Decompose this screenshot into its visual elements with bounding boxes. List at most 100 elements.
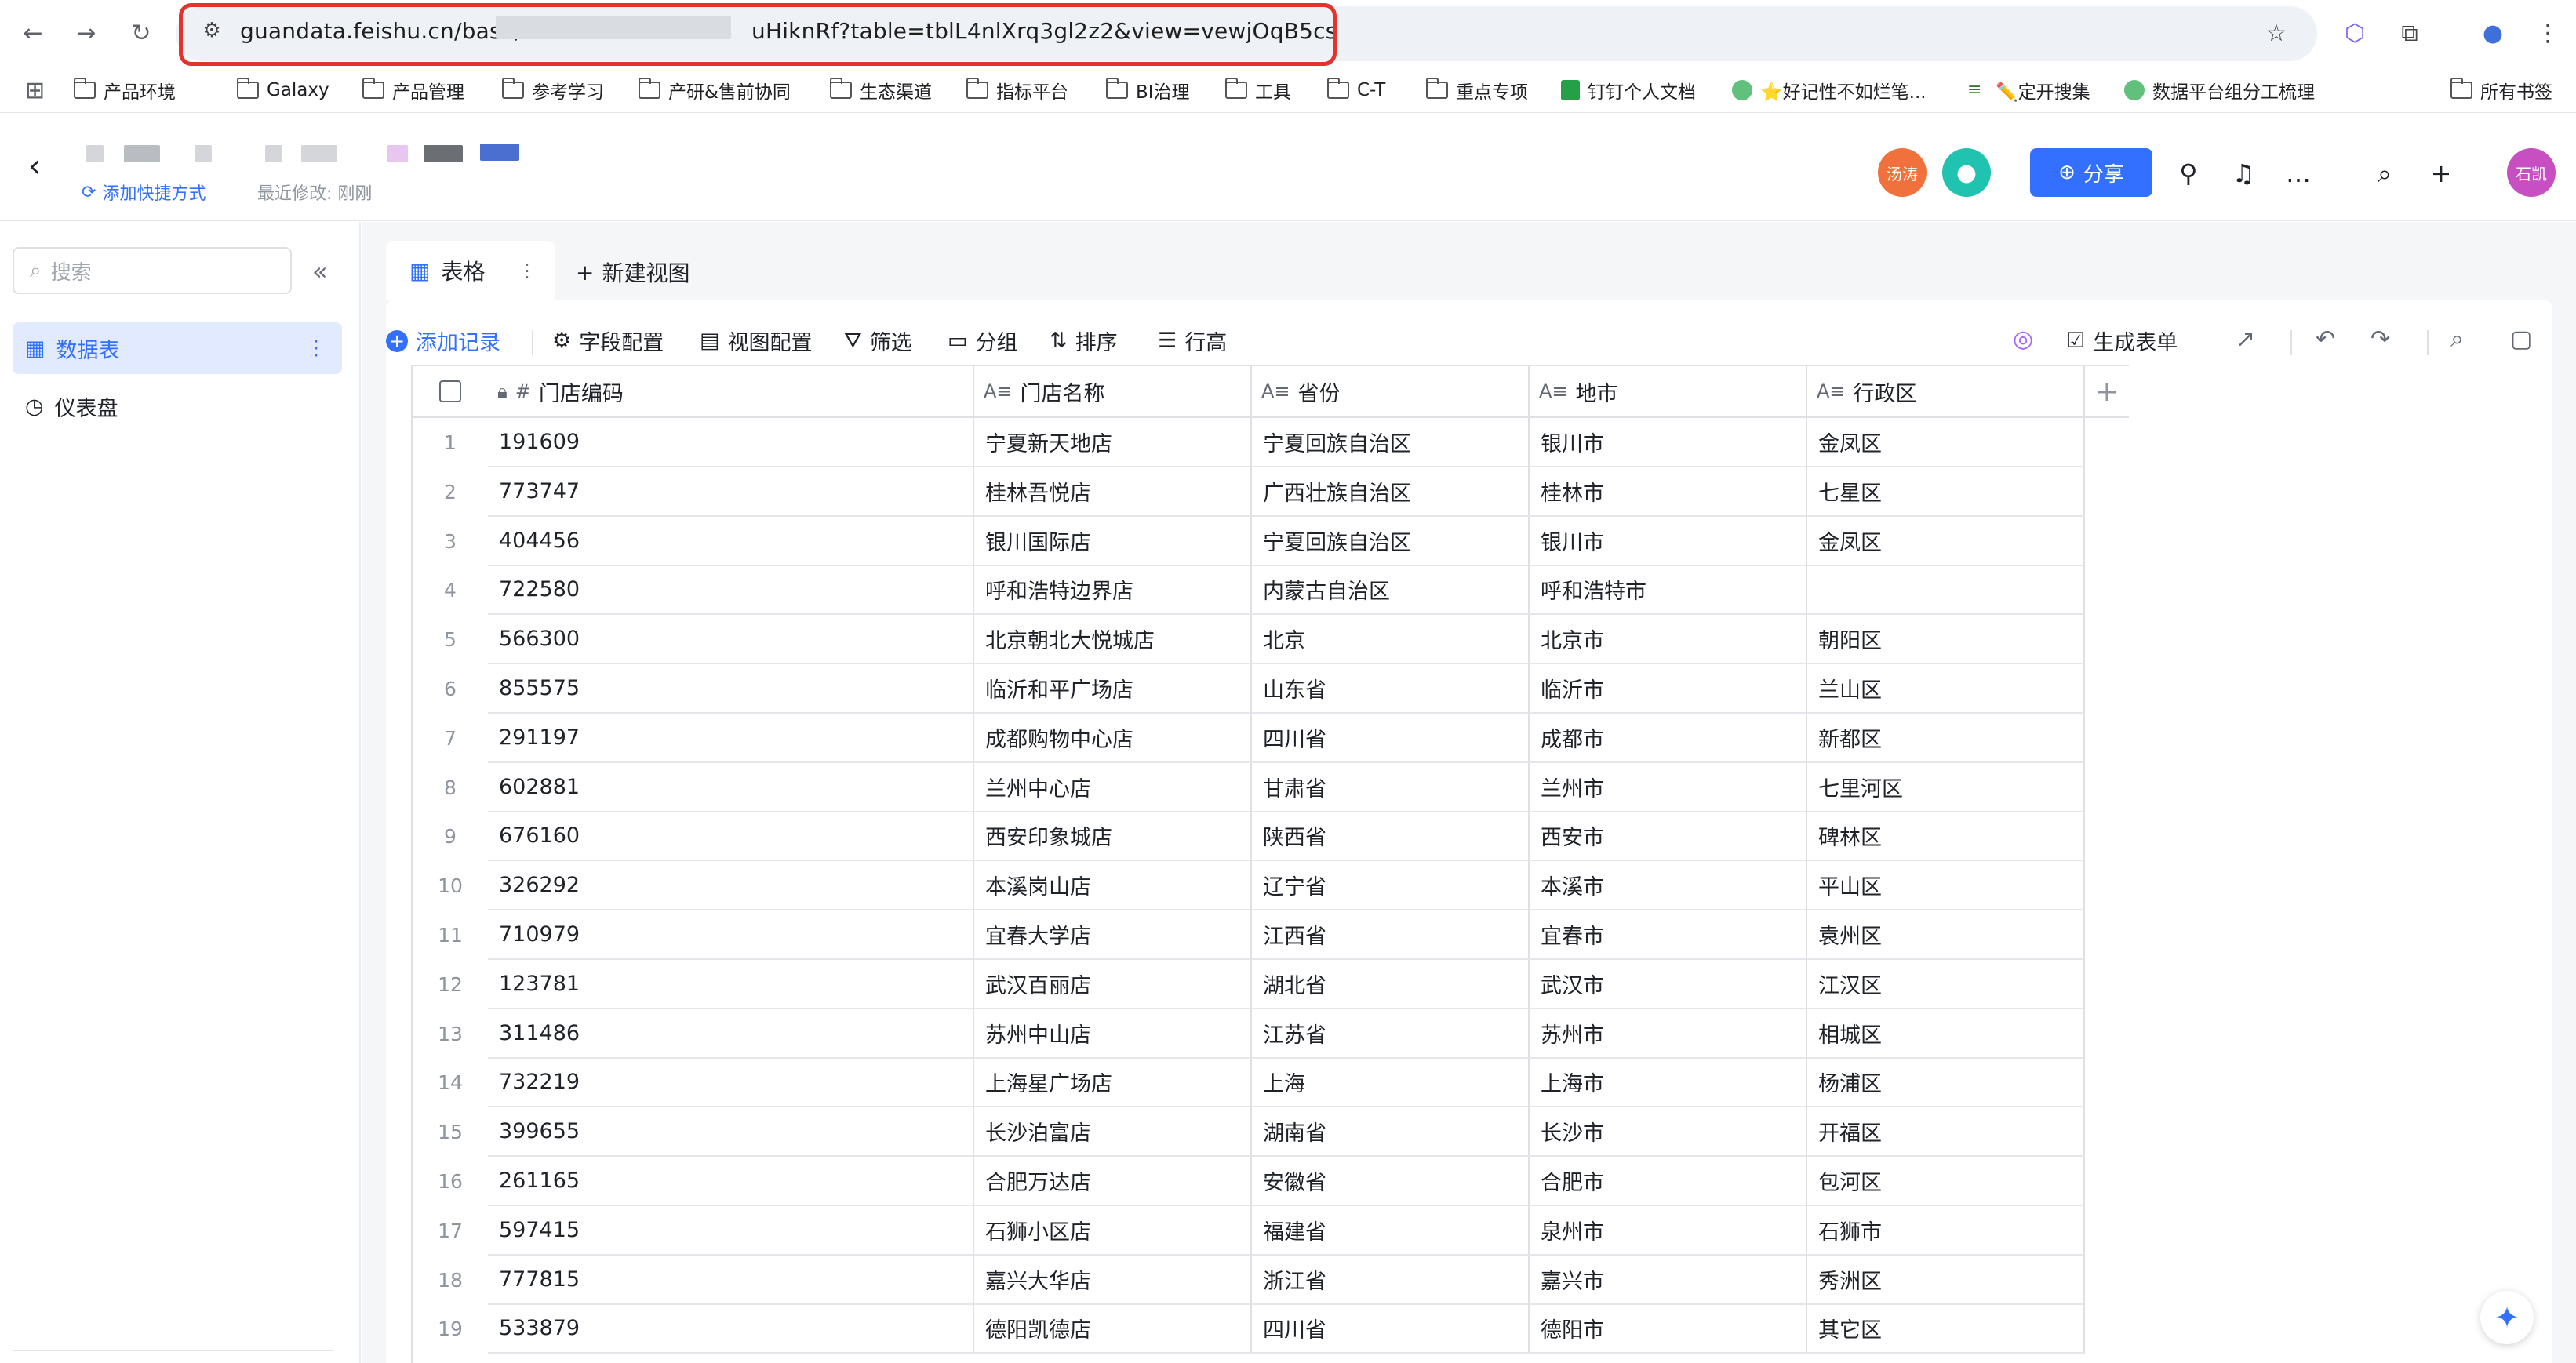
table-cell[interactable]: 西安市 bbox=[1530, 812, 1807, 862]
table-cell[interactable]: 北京 bbox=[1252, 615, 1530, 665]
table-cell[interactable]: 嘉兴大华店 bbox=[974, 1255, 1252, 1305]
all-bookmarks[interactable]: 所有书签 bbox=[2450, 77, 2552, 104]
comment-icon[interactable]: ▢ bbox=[2510, 325, 2532, 353]
generate-form-button[interactable]: ☑ 生成表单 bbox=[2066, 325, 2178, 356]
table-cell[interactable]: 其它区 bbox=[1807, 1304, 2085, 1354]
table-cell[interactable]: 上海市 bbox=[1530, 1058, 1807, 1108]
table-cell[interactable]: 湖北省 bbox=[1252, 959, 1530, 1009]
avatar[interactable]: 汤涛 bbox=[1878, 148, 1927, 197]
row-height-button[interactable]: ☰ 行高 bbox=[1158, 325, 1227, 356]
table-cell[interactable]: 山东省 bbox=[1252, 664, 1530, 714]
table-cell[interactable]: 江苏省 bbox=[1252, 1009, 1530, 1059]
table-cell[interactable]: 福建省 bbox=[1252, 1205, 1530, 1256]
table-row[interactable]: 3 404456 银川国际店 宁夏回族自治区 银川市 金凤区 bbox=[413, 516, 2085, 566]
table-row[interactable]: 9 676160 西安印象城店 陕西省 西安市 碑林区 bbox=[413, 812, 2085, 862]
table-cell[interactable]: 内蒙古自治区 bbox=[1252, 565, 1530, 616]
table-cell[interactable]: 包河区 bbox=[1807, 1157, 2085, 1206]
table-cell[interactable]: 773747 bbox=[488, 467, 974, 517]
table-row[interactable]: 16 261165 合肥万达店 安徽省 合肥市 包河区 bbox=[413, 1157, 2085, 1206]
table-cell[interactable]: 兰州中心店 bbox=[974, 762, 1252, 812]
table-cell[interactable]: 苏州市 bbox=[1530, 1009, 1807, 1059]
table-cell[interactable]: 上海 bbox=[1252, 1058, 1530, 1108]
table-cell[interactable]: 金凤区 bbox=[1807, 418, 2085, 467]
table-row[interactable]: 6 855575 临沂和平广场店 山东省 临沂市 兰山区 bbox=[413, 664, 2085, 714]
table-cell[interactable]: 武汉百丽店 bbox=[974, 959, 1252, 1009]
table-cell[interactable]: 404456 bbox=[488, 516, 974, 566]
table-cell[interactable]: 777815 bbox=[488, 1255, 974, 1305]
undo-icon[interactable]: ↶ bbox=[2316, 325, 2335, 353]
extensions-puzzle-icon[interactable]: ⧉ bbox=[2392, 16, 2427, 50]
table-cell[interactable]: 临沂和平广场店 bbox=[974, 664, 1252, 714]
table-cell[interactable]: 辽宁省 bbox=[1252, 861, 1530, 911]
column-header-store-name[interactable]: A≡ 门店名称 bbox=[974, 366, 1252, 416]
table-cell[interactable]: 北京市 bbox=[1530, 615, 1807, 665]
extension-logo-icon[interactable]: ⬡ bbox=[2338, 16, 2372, 50]
table-cell[interactable]: 碑林区 bbox=[1807, 812, 2085, 862]
share-button[interactable]: ⊕ 分享 bbox=[2030, 148, 2152, 197]
table-cell[interactable]: 宜春大学店 bbox=[974, 910, 1252, 960]
table-cell[interactable]: 311486 bbox=[488, 1009, 974, 1059]
table-cell[interactable]: 银川市 bbox=[1530, 418, 1807, 467]
table-cell[interactable]: 西安印象城店 bbox=[974, 812, 1252, 862]
bookmark-item[interactable]: C-T bbox=[1326, 77, 1385, 104]
table-row[interactable]: 5 566300 北京朝北大悦城店 北京 北京市 朝阳区 bbox=[413, 615, 2085, 665]
group-button[interactable]: ▭ 分组 bbox=[948, 325, 1018, 356]
table-row[interactable]: 17 597415 石狮小区店 福建省 泉州市 石狮市 bbox=[413, 1205, 2085, 1256]
table-cell[interactable]: 261165 bbox=[488, 1157, 974, 1206]
bookmark-item[interactable]: 钉钉个人文档 bbox=[1561, 77, 1696, 104]
table-row[interactable]: 19 533879 德阳凯德店 四川省 德阳市 其它区 bbox=[413, 1304, 2085, 1354]
column-header-district[interactable]: A≡ 行政区 bbox=[1807, 366, 2085, 416]
table-cell[interactable]: 北京朝北大悦城店 bbox=[974, 615, 1252, 665]
table-cell[interactable]: 191609 bbox=[488, 418, 974, 467]
table-cell[interactable]: 722580 bbox=[488, 565, 974, 616]
table-cell[interactable] bbox=[1807, 565, 2085, 616]
bookmark-item[interactable]: 产研&售前协同 bbox=[638, 77, 791, 104]
table-row[interactable]: 10 326292 本溪岗山店 辽宁省 本溪市 平山区 bbox=[413, 861, 2085, 911]
table-cell[interactable]: 长沙泊富店 bbox=[974, 1107, 1252, 1158]
table-cell[interactable]: 呼和浩特边界店 bbox=[974, 565, 1252, 616]
table-cell[interactable]: 德阳市 bbox=[1530, 1304, 1807, 1354]
bookmark-item[interactable]: 参考学习 bbox=[501, 77, 604, 104]
apps-grid-icon[interactable]: ⊞ bbox=[25, 77, 45, 104]
avatar[interactable]: ● bbox=[1942, 148, 1991, 197]
tab-grid-view[interactable]: ▦ 表格 ⋮ bbox=[386, 241, 555, 300]
sidebar-item-dashboard[interactable]: ◷ 仪表盘 bbox=[13, 380, 342, 432]
profile-icon[interactable]: ● bbox=[2476, 16, 2510, 50]
table-cell[interactable]: 合肥市 bbox=[1530, 1157, 1807, 1206]
table-cell[interactable]: 本溪市 bbox=[1530, 861, 1807, 911]
table-cell[interactable]: 597415 bbox=[488, 1205, 974, 1256]
select-all-checkbox[interactable] bbox=[413, 366, 488, 416]
bookmark-item[interactable]: Galaxy bbox=[236, 77, 329, 104]
table-cell[interactable]: 杨浦区 bbox=[1807, 1058, 2085, 1108]
add-shortcut-link[interactable]: ⟳ 添加快捷方式 bbox=[82, 180, 206, 205]
table-cell[interactable]: 秀洲区 bbox=[1807, 1255, 2085, 1305]
column-header-store-code[interactable]: 🔒︎ # 门店编码 bbox=[488, 366, 974, 416]
table-cell[interactable]: 四川省 bbox=[1252, 713, 1530, 763]
new-view-button[interactable]: + 新建视图 bbox=[576, 256, 689, 288]
more-vertical-icon[interactable]: ⋮ bbox=[518, 260, 537, 282]
table-cell[interactable]: 呼和浩特市 bbox=[1530, 565, 1807, 616]
table-row[interactable]: 13 311486 苏州中山店 江苏省 苏州市 相城区 bbox=[413, 1009, 2085, 1059]
table-cell[interactable]: 宁夏回族自治区 bbox=[1252, 418, 1530, 467]
filter-button[interactable]: ⛛ 筛选 bbox=[844, 325, 912, 356]
column-header-province[interactable]: A≡ 省份 bbox=[1252, 366, 1530, 416]
pin-icon[interactable]: ⚲ bbox=[2171, 156, 2206, 191]
table-cell[interactable]: 宜春市 bbox=[1530, 910, 1807, 960]
table-cell[interactable]: 平山区 bbox=[1807, 861, 2085, 911]
table-cell[interactable]: 676160 bbox=[488, 812, 974, 862]
collapse-icon[interactable]: « bbox=[312, 256, 328, 286]
table-cell[interactable]: 七里河区 bbox=[1807, 762, 2085, 812]
browser-menu-icon[interactable]: ⋮ bbox=[2531, 16, 2565, 50]
view-config-button[interactable]: ▤ 视图配置 bbox=[700, 325, 813, 356]
table-cell[interactable]: 710979 bbox=[488, 910, 974, 960]
table-cell[interactable]: 本溪岗山店 bbox=[974, 861, 1252, 911]
table-cell[interactable]: 浙江省 bbox=[1252, 1255, 1530, 1305]
table-row[interactable]: 4 722580 呼和浩特边界店 内蒙古自治区 呼和浩特市 bbox=[413, 565, 2085, 616]
table-row[interactable]: 14 732219 上海星广场店 上海 上海市 杨浦区 bbox=[413, 1058, 2085, 1108]
table-cell[interactable]: 长沙市 bbox=[1530, 1107, 1807, 1158]
column-header-city[interactable]: A≡ 地市 bbox=[1530, 366, 1807, 416]
bookmark-item[interactable]: BI治理 bbox=[1105, 77, 1190, 104]
table-cell[interactable]: 金凤区 bbox=[1807, 516, 2085, 566]
table-row[interactable]: 8 602881 兰州中心店 甘肃省 兰州市 七里河区 bbox=[413, 762, 2085, 812]
table-cell[interactable]: 兰山区 bbox=[1807, 664, 2085, 714]
